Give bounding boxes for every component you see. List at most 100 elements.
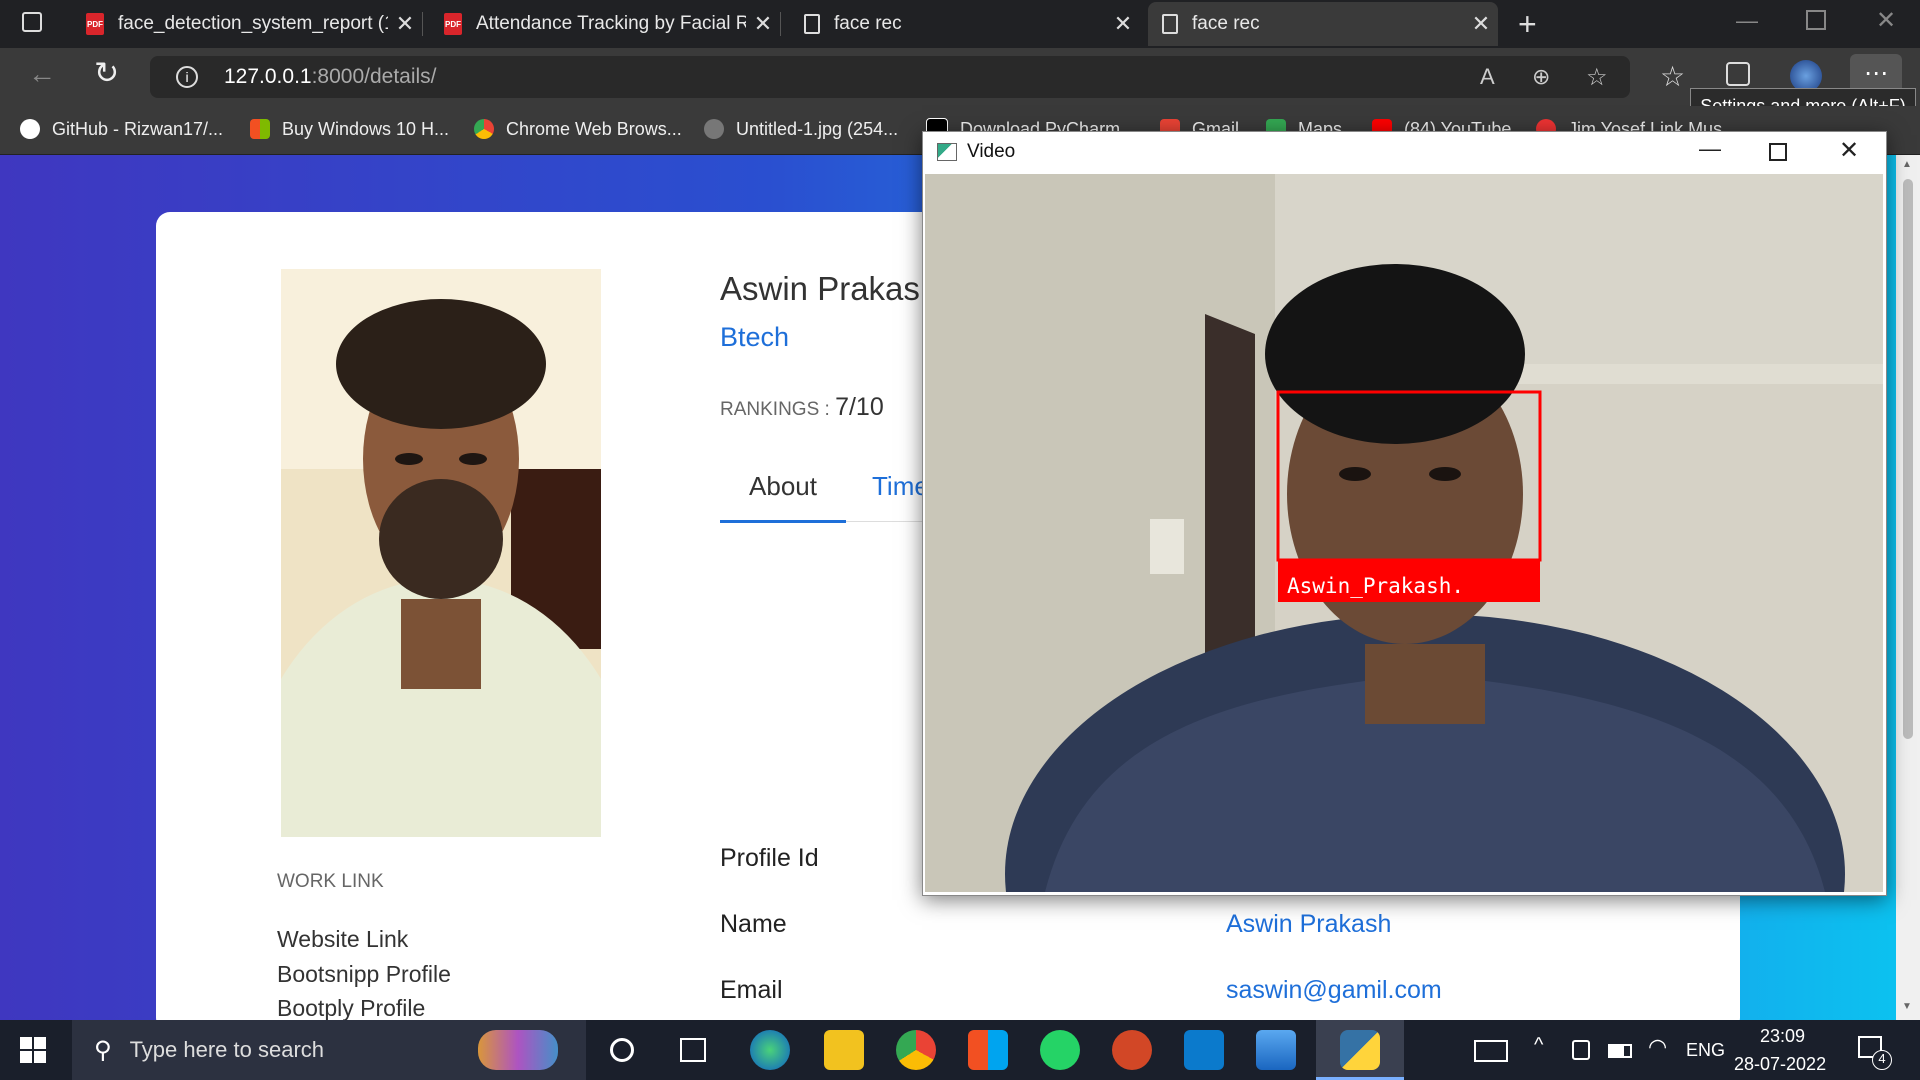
bookmark-untitled[interactable]: Untitled-1.jpg (254... xyxy=(704,114,898,144)
language-indicator[interactable]: ENG xyxy=(1686,1040,1725,1061)
address-bar[interactable]: i 127.0.0.1 :8000/details/ A ⊕ ☆ xyxy=(150,56,1630,98)
video-maximize-button[interactable] xyxy=(1769,143,1787,161)
close-browser-button[interactable]: ✕ xyxy=(1876,6,1896,35)
tab-title: face rec xyxy=(1192,13,1260,34)
bookmark-windows[interactable]: Buy Windows 10 H... xyxy=(250,114,449,144)
show-hidden-icons[interactable]: ^ xyxy=(1534,1034,1543,1057)
python-icon xyxy=(1340,1030,1380,1070)
tabs-divider xyxy=(846,521,926,522)
rankings-value: 7/10 xyxy=(835,393,884,421)
tab-timeline-label: Time xyxy=(872,471,929,501)
bookmark-chrome[interactable]: Chrome Web Brows... xyxy=(474,114,682,144)
page-icon xyxy=(1162,14,1178,34)
close-tab-icon[interactable]: ✕ xyxy=(1106,11,1140,37)
tab-timeline[interactable]: Time xyxy=(872,468,929,504)
work-link-heading: WORK LINK xyxy=(277,871,384,892)
restore-browser-button[interactable] xyxy=(1806,10,1826,30)
cortana-icon[interactable] xyxy=(610,1038,634,1062)
scroll-thumb[interactable] xyxy=(1903,179,1913,739)
url-path: :8000/details/ xyxy=(311,65,437,88)
tab-face-rec-2[interactable]: face rec ✕ xyxy=(1148,2,1498,46)
close-tab-icon[interactable]: ✕ xyxy=(388,11,422,37)
video-window-icon xyxy=(937,143,957,161)
email-label: Email xyxy=(720,976,783,1004)
profile-degree: Btech xyxy=(720,322,790,352)
tab-strip: PDF face_detection_system_report (1) ✕ P… xyxy=(0,0,1920,48)
rankings-label: RANKINGS : xyxy=(720,399,836,420)
tab-title: Attendance Tracking by Facial Re xyxy=(476,13,746,34)
photopea-icon xyxy=(704,119,724,139)
powerpoint-taskbar-icon[interactable] xyxy=(1112,1030,1152,1070)
refresh-icon[interactable]: ↻ xyxy=(94,56,119,91)
chrome-taskbar-icon[interactable] xyxy=(896,1030,936,1070)
close-tab-icon[interactable]: ✕ xyxy=(746,11,780,37)
rankings: RANKINGS : 7/10 xyxy=(720,393,884,422)
favorites-icon[interactable]: ☆ xyxy=(1660,60,1685,93)
scroll-up-icon[interactable]: ▲ xyxy=(1902,159,1912,170)
profile-id-label: Profile Id xyxy=(720,844,819,872)
pdf-icon: PDF xyxy=(444,13,462,35)
file-explorer-taskbar-icon[interactable] xyxy=(824,1030,864,1070)
video-window-title: Video xyxy=(967,141,1016,162)
tab-actions-icon[interactable] xyxy=(22,12,42,32)
news-widget-icon[interactable] xyxy=(1474,1040,1508,1062)
name-value: Aswin Prakash xyxy=(1226,910,1392,938)
collections-icon[interactable] xyxy=(1726,62,1750,86)
video-window[interactable]: Video — ✕ Aswin_Prakash. xyxy=(922,131,1887,896)
back-icon[interactable]: ← xyxy=(28,58,56,90)
email-value: saswin@gamil.com xyxy=(1226,976,1442,1004)
camera-feed: Aswin_Prakash. xyxy=(925,174,1883,892)
close-tab-icon[interactable]: ✕ xyxy=(1464,11,1498,37)
add-favorite-icon[interactable]: ☆ xyxy=(1586,63,1608,92)
camera-image: Aswin_Prakash. xyxy=(925,174,1883,892)
video-close-button[interactable]: ✕ xyxy=(1839,136,1859,165)
video-titlebar[interactable]: Video — ✕ xyxy=(923,132,1886,172)
face-recognition-label: Aswin_Prakash. xyxy=(1287,574,1464,598)
photos-taskbar-icon[interactable] xyxy=(1256,1030,1296,1070)
new-tab-button[interactable]: + xyxy=(1518,6,1537,43)
profile-name: Aswin Prakash xyxy=(720,270,939,307)
read-aloud-icon[interactable]: A xyxy=(1480,64,1495,90)
bootsnipp-link[interactable]: Bootsnipp Profile xyxy=(277,961,451,988)
scroll-down-icon[interactable]: ▼ xyxy=(1902,1001,1912,1012)
whatsapp-taskbar-icon[interactable] xyxy=(1040,1030,1080,1070)
profile-photo xyxy=(281,269,601,837)
tab-face-detection-report[interactable]: PDF face_detection_system_report (1) ✕ xyxy=(72,2,423,46)
video-minimize-button[interactable]: — xyxy=(1699,136,1721,162)
tab-attendance-tracking[interactable]: PDF Attendance Tracking by Facial Re ✕ xyxy=(430,2,781,46)
page-icon xyxy=(804,14,820,34)
url-host: 127.0.0.1 xyxy=(224,65,312,88)
meet-now-icon[interactable] xyxy=(1572,1040,1590,1060)
tab-about-label: About xyxy=(749,471,817,501)
python-taskbar-item[interactable] xyxy=(1316,1020,1404,1080)
tab-title: face_detection_system_report (1) xyxy=(118,13,388,34)
tab-about[interactable]: About xyxy=(720,468,846,523)
clock-date[interactable]: 28-07-2022 xyxy=(1734,1054,1826,1075)
windows-icon xyxy=(250,119,270,139)
store-taskbar-icon[interactable] xyxy=(968,1030,1008,1070)
notification-count-badge: 4 xyxy=(1872,1050,1892,1070)
website-link[interactable]: Website Link xyxy=(277,926,408,953)
tab-title: face rec xyxy=(834,13,902,34)
github-icon xyxy=(20,119,40,139)
search-highlight-icon xyxy=(478,1030,558,1070)
taskbar-search-box[interactable]: ⚲ Type here to search xyxy=(72,1020,586,1080)
bootply-link[interactable]: Bootply Profile xyxy=(277,995,425,1022)
wifi-icon[interactable]: ◠ xyxy=(1648,1034,1667,1060)
battery-icon[interactable] xyxy=(1608,1044,1632,1058)
tab-face-rec-1[interactable]: face rec ✕ xyxy=(790,2,1140,46)
task-view-icon[interactable] xyxy=(680,1038,706,1062)
vscode-taskbar-icon[interactable] xyxy=(1184,1030,1224,1070)
site-info-icon[interactable]: i xyxy=(176,66,198,88)
chrome-icon xyxy=(474,119,494,139)
start-button[interactable] xyxy=(20,1037,46,1063)
name-label: Name xyxy=(720,910,787,938)
bookmark-github[interactable]: GitHub - Rizwan17/... xyxy=(20,114,223,144)
page-scrollbar[interactable]: ▲ ▼ xyxy=(1896,155,1920,1020)
minimize-browser-button[interactable]: — xyxy=(1736,8,1758,34)
edge-taskbar-icon[interactable] xyxy=(750,1030,790,1070)
zoom-icon[interactable]: ⊕ xyxy=(1532,64,1550,90)
search-placeholder: Type here to search xyxy=(129,1037,325,1062)
search-icon: ⚲ xyxy=(94,1036,112,1064)
clock-time[interactable]: 23:09 xyxy=(1760,1026,1805,1047)
